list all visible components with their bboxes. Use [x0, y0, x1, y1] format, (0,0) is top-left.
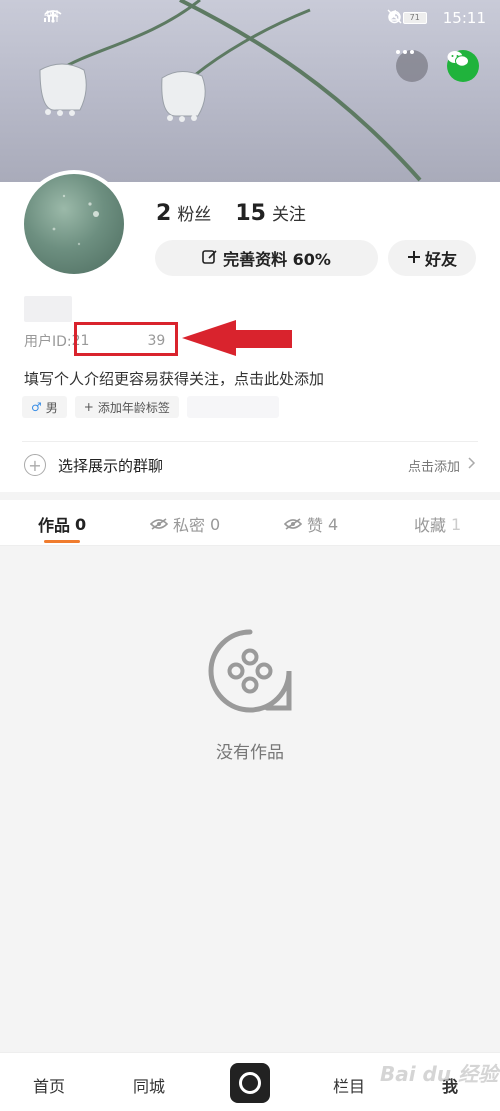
following-stat[interactable]: 15 关注 — [235, 200, 306, 226]
wechat-share-button[interactable] — [447, 50, 479, 82]
fans-count: 2 — [156, 201, 172, 226]
status-bar: 4G 71 15:11 — [0, 0, 500, 36]
tab-favorites-count: 1 — [451, 514, 462, 534]
user-id-label: 用户ID: — [24, 334, 72, 350]
male-icon: ♂ — [31, 400, 42, 414]
gender-tag[interactable]: ♂ 男 — [22, 396, 67, 418]
gender-label: 男 — [45, 400, 58, 415]
group-chat-action: 点击添加 — [407, 459, 460, 475]
active-tab-indicator — [44, 540, 80, 543]
group-chat-label: 选择展示的群聊 — [58, 456, 164, 475]
camera-ring-icon — [239, 1072, 261, 1094]
add-friend-label: 好友 — [424, 250, 457, 269]
cover-banner[interactable]: 4G 71 15:11 — [0, 0, 500, 182]
tab-likes-count: 4 — [328, 514, 339, 534]
nav-channel[interactable]: 栏目 — [333, 1073, 365, 1097]
tab-private[interactable]: 私密 0 — [149, 512, 221, 536]
fans-stat[interactable]: 2 粉丝 — [156, 200, 211, 226]
clock: 15:11 — [442, 9, 486, 27]
avatar-raindrops — [52, 194, 99, 246]
group-chat-row[interactable]: + 选择展示的群聊 点击添加 — [24, 451, 476, 479]
tab-favorites[interactable]: 收藏 1 — [414, 512, 461, 536]
eye-hidden-icon — [149, 515, 169, 534]
divider — [22, 441, 478, 442]
following-label: 关注 — [271, 205, 306, 225]
eye-hidden-icon — [283, 515, 303, 534]
add-circle-icon: + — [24, 454, 46, 476]
tag-redacted — [186, 396, 279, 418]
add-age-label: 添加年龄标签 — [97, 400, 170, 415]
tab-private-count: 0 — [210, 514, 221, 534]
following-count: 15 — [235, 201, 266, 226]
content-tabs: 作品 0 私密 0 赞 4 收藏 1 — [0, 500, 500, 546]
nav-local[interactable]: 同城 — [133, 1073, 165, 1097]
tab-works-label: 作品 — [38, 516, 71, 535]
plus-icon — [407, 249, 421, 268]
avatar[interactable] — [20, 170, 128, 278]
add-age-tag[interactable]: + 添加年龄标签 — [74, 396, 179, 418]
nav-shoot-button[interactable] — [230, 1063, 270, 1103]
more-button[interactable] — [396, 50, 428, 82]
tab-private-label: 私密 — [173, 516, 206, 535]
plus-small-icon: + — [83, 400, 94, 414]
edit-profile-button[interactable]: 完善资料 60% — [155, 240, 378, 276]
tab-favorites-label: 收藏 — [414, 516, 447, 535]
profile-screen: 4G 71 15:11 2 粉丝 15 关注 完善资料 60% 好友 用户ID:… — [0, 0, 500, 1111]
empty-state-text: 没有作品 — [216, 743, 284, 763]
bio-prompt[interactable]: 填写个人介绍更容易获得关注，点击此处添加 — [24, 368, 324, 389]
annotation-highlight-box — [74, 322, 178, 356]
fans-label: 粉丝 — [177, 205, 212, 225]
nav-home[interactable]: 首页 — [33, 1073, 65, 1097]
film-reel-icon — [207, 628, 293, 718]
profile-tags: ♂ 男 + 添加年龄标签 — [22, 396, 279, 418]
tab-works[interactable]: 作品 0 — [38, 512, 86, 536]
username-redacted — [24, 296, 72, 322]
tab-likes-label: 赞 — [307, 516, 324, 535]
tab-works-count: 0 — [75, 514, 87, 534]
tab-likes[interactable]: 赞 4 — [283, 512, 339, 536]
battery-indicator: 71 — [402, 12, 427, 24]
edit-icon — [202, 249, 217, 268]
annotation-arrow-icon — [182, 320, 292, 356]
profile-stats: 2 粉丝 15 关注 — [156, 200, 306, 226]
chevron-right-icon — [468, 457, 476, 473]
add-friend-button[interactable]: 好友 — [388, 240, 476, 276]
edit-profile-label: 完善资料 60% — [223, 250, 331, 269]
watermark: Bai du 经验 — [380, 1062, 499, 1086]
